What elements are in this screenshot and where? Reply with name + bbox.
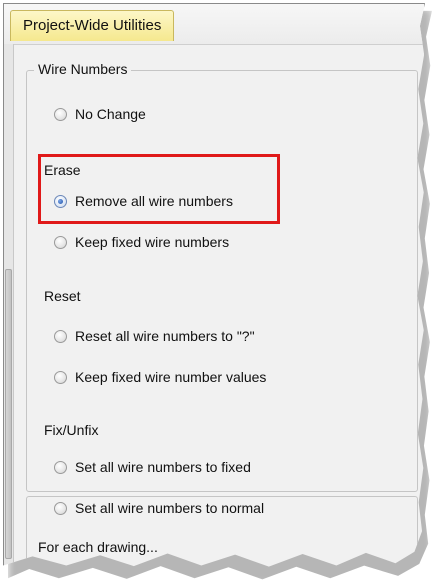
radio-icon[interactable] (54, 370, 67, 384)
highlight-box (38, 154, 280, 224)
radio-label: Keep fixed wire number values (75, 369, 267, 385)
radio-reset-all-wire-numbers[interactable]: Reset all wire numbers to "?" (54, 326, 255, 346)
fix-unfix-heading: Fix/Unfix (44, 422, 99, 438)
radio-icon[interactable] (54, 329, 67, 343)
radio-label: No Change (75, 106, 146, 122)
reset-heading: Reset (44, 288, 81, 304)
radio-label: Keep fixed wire numbers (75, 234, 230, 250)
tab-project-wide-utilities[interactable]: Project-Wide Utilities (10, 10, 175, 41)
dialog-panel: Project-Wide Utilities Wire Numbers No C… (3, 3, 425, 567)
radio-icon[interactable] (54, 107, 67, 121)
vertical-scrollbar[interactable] (4, 44, 14, 567)
radio-label: Reset all wire numbers to "?" (75, 328, 255, 344)
radio-label: Set all wire numbers to fixed (75, 459, 251, 475)
dialog-header: Project-Wide Utilities (4, 4, 424, 45)
radio-icon[interactable] (54, 460, 67, 474)
radio-icon[interactable] (54, 235, 67, 249)
radio-set-all-fixed[interactable]: Set all wire numbers to fixed (54, 457, 251, 477)
wire-numbers-legend: Wire Numbers (34, 61, 132, 77)
radio-keep-fixed-wire-numbers[interactable]: Keep fixed wire numbers (54, 232, 229, 252)
radio-keep-fixed-wire-number-values[interactable]: Keep fixed wire number values (54, 367, 266, 387)
radio-no-change[interactable]: No Change (54, 104, 146, 124)
scrollbar-thumb[interactable] (5, 269, 12, 559)
for-each-drawing-legend: For each drawing... (34, 539, 162, 555)
